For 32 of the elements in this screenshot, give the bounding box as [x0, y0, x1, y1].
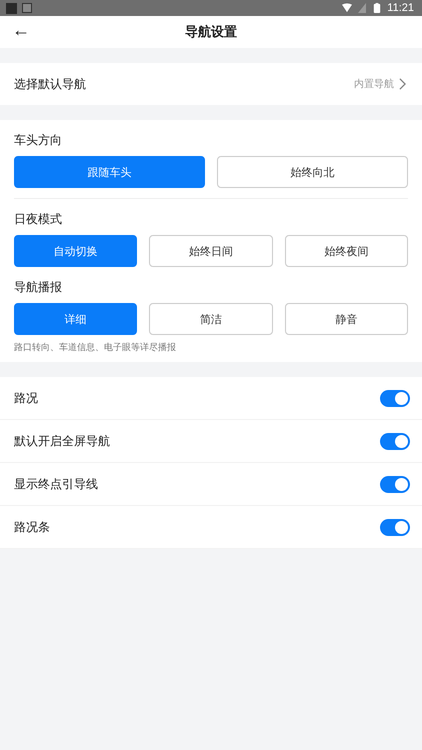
setting-label: 默认开启全屏导航	[14, 432, 110, 450]
toggle-switch[interactable]	[380, 390, 410, 406]
page-title: 导航设置	[185, 24, 237, 41]
setting-label: 路况	[14, 390, 38, 406]
signal-icon	[357, 3, 368, 13]
section-title: 车头方向	[14, 132, 62, 149]
hint-text: 路口转向、车道信息、电子眼等详尽播报	[14, 342, 176, 354]
back-button[interactable]: ←	[8, 20, 34, 41]
battery-icon	[372, 3, 382, 13]
chevron-icon	[399, 78, 406, 90]
app-icon	[6, 2, 17, 14]
setting-label: 显示终点引导线	[14, 476, 98, 492]
toggle-switch[interactable]	[380, 518, 410, 536]
section-title: 日夜模式	[14, 211, 62, 228]
toggle-switch[interactable]	[380, 476, 410, 492]
option-button[interactable]: 始终日间	[149, 235, 273, 267]
notification-icon	[22, 3, 32, 13]
row-label: 选择默认导航	[14, 76, 86, 92]
toggle-switch[interactable]	[380, 432, 410, 450]
option-button[interactable]: 简洁	[149, 303, 273, 335]
option-button[interactable]: 始终向北	[217, 156, 408, 188]
option-button[interactable]: 跟随车头	[14, 156, 205, 188]
clock: 11:21	[387, 2, 414, 14]
option-button[interactable]: 静音	[284, 303, 408, 335]
row-value: 内置导航	[354, 78, 394, 91]
default-nav-row[interactable]: 选择默认导航 内置导航	[0, 63, 422, 105]
setting-label: 路况条	[14, 518, 50, 536]
option-button[interactable]: 自动切换	[14, 235, 138, 267]
wifi-icon	[342, 3, 352, 13]
option-button[interactable]: 始终夜间	[284, 235, 408, 267]
option-button[interactable]: 详细	[14, 303, 138, 335]
section-title: 导航播报	[14, 279, 62, 296]
